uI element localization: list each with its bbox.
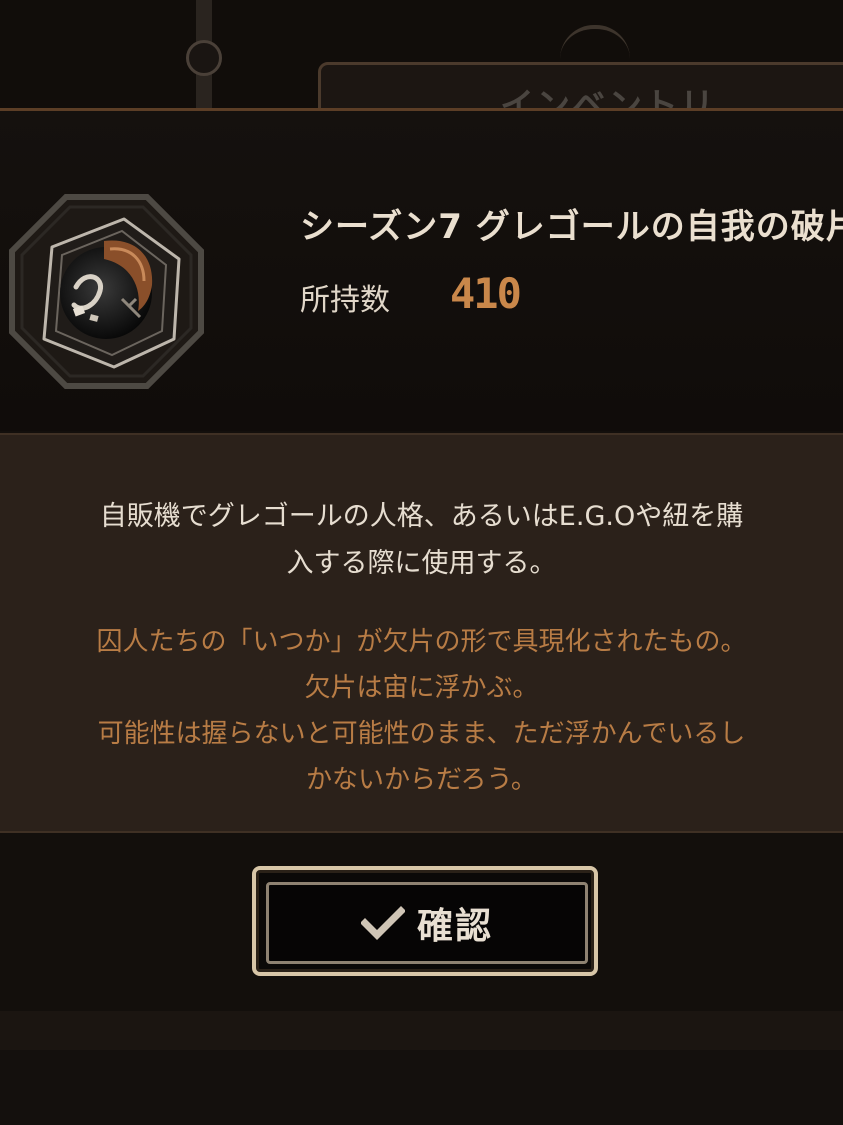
description-panel: 自販機でグレゴールの人格、あるいはE.G.Oや紐を購 入する際に使用する。 囚人…	[0, 433, 843, 833]
owned-count-label: 所持数	[300, 283, 390, 318]
confirm-button-label: 確認	[416, 906, 493, 947]
description-line: 入する際に使用する。	[286, 548, 557, 579]
flavor-line: 可能性は握らないと可能性のまま、ただ浮かんでいるし	[97, 719, 746, 749]
background-ornament	[560, 25, 630, 59]
item-title: シーズン7 グレゴールの自我の破片	[300, 207, 843, 247]
background-ring	[186, 40, 222, 76]
item-description: 自販機でグレゴールの人格、あるいはE.G.Oや紐を購 入する際に使用する。	[30, 493, 813, 587]
background-bottom-bar	[0, 1005, 843, 1056]
owned-count-value: 410	[450, 269, 522, 318]
background-bottom-area	[0, 1050, 843, 1125]
flavor-line: かないからだろう。	[306, 765, 537, 795]
ego-shard-icon	[4, 189, 209, 394]
flavor-line: 囚人たちの「いつか」が欠片の形で具現化されたもの。	[96, 627, 747, 657]
checkmark-icon	[360, 906, 405, 940]
flavor-text: 囚人たちの「いつか」が欠片の形で具現化されたもの。 欠片は宙に浮かぶ。 可能性は…	[30, 619, 813, 803]
flavor-line: 欠片は宙に浮かぶ。	[304, 673, 539, 703]
description-line: 自販機でグレゴールの人格、あるいはE.G.Oや紐を購	[99, 501, 744, 532]
dialog-header: シーズン7 グレゴールの自我の破片 所持数 410	[0, 111, 843, 431]
item-detail-dialog: シーズン7 グレゴールの自我の破片 所持数 410 自販機でグレゴールの人格、あ…	[0, 108, 843, 1011]
confirm-button[interactable]: 確認	[266, 882, 588, 964]
